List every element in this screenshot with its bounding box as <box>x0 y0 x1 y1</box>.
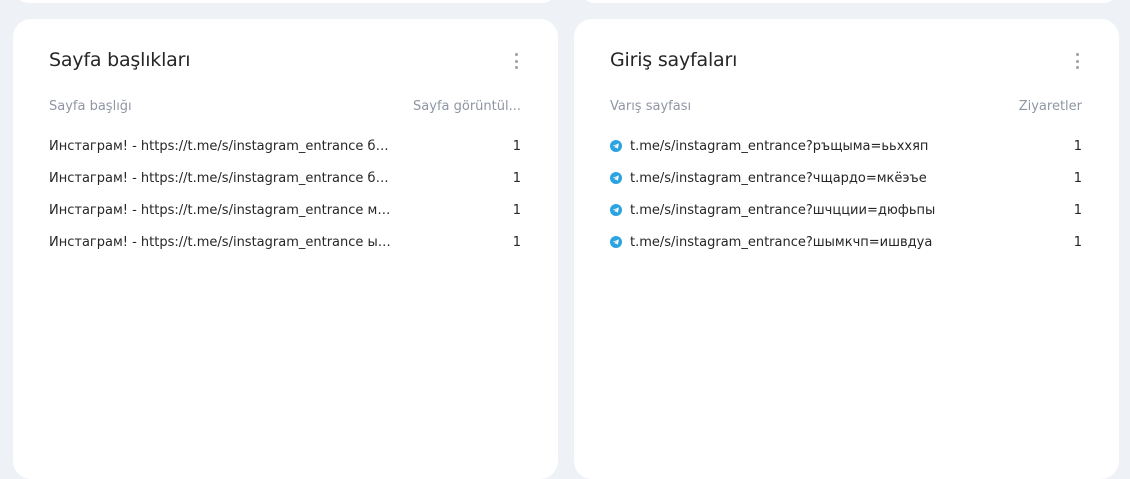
table-row[interactable]: t.me/s/instagram_entrance?шчцции=дюфьпы … <box>610 194 1082 226</box>
widget-title: Sayfa başlıkları <box>49 49 191 71</box>
table-row[interactable]: Инстаграм! - https://t.me/s/instagram_en… <box>49 226 521 258</box>
table-row[interactable]: t.me/s/instagram_entrance?шымкчп=ишвдуа … <box>610 226 1082 258</box>
table-row[interactable]: t.me/s/instagram_entrance?ръщыма=ььххяп … <box>610 130 1082 162</box>
row-label: Инстаграм! - https://t.me/s/instagram_en… <box>49 138 394 154</box>
column-header-page-title[interactable]: Sayfa başlığı <box>49 98 132 116</box>
column-header-landing-page[interactable]: Varış sayfası <box>610 98 691 116</box>
row-value: 1 <box>512 202 521 218</box>
table-header: Sayfa başlığı Sayfa görüntül... <box>49 98 521 116</box>
more-options-icon[interactable] <box>508 51 524 71</box>
landing-pages-widget: Giriş sayfaları Varış sayfası Ziyaretler… <box>574 19 1119 479</box>
telegram-icon <box>610 140 622 152</box>
row-label: Инстаграм! - https://t.me/s/instagram_en… <box>49 202 394 218</box>
column-header-visits[interactable]: Ziyaretler <box>1019 98 1082 116</box>
table-header: Varış sayfası Ziyaretler <box>610 98 1082 116</box>
row-value: 1 <box>1073 234 1082 250</box>
row-value: 1 <box>512 138 521 154</box>
previous-card-right <box>579 0 1119 3</box>
more-options-icon[interactable] <box>1069 51 1085 71</box>
row-label: t.me/s/instagram_entrance?шчцции=дюфьпы <box>630 202 936 218</box>
table-row[interactable]: t.me/s/instagram_entrance?чщардо=мкёэъе … <box>610 162 1082 194</box>
telegram-icon <box>610 172 622 184</box>
widget-title: Giriş sayfaları <box>610 49 738 71</box>
page-titles-table: Sayfa başlığı Sayfa görüntül... Инстагра… <box>49 98 521 258</box>
telegram-icon <box>610 236 622 248</box>
page-titles-widget: Sayfa başlıkları Sayfa başlığı Sayfa gör… <box>13 19 558 479</box>
row-label: t.me/s/instagram_entrance?чщардо=мкёэъе <box>630 170 927 186</box>
row-value: 1 <box>1073 170 1082 186</box>
column-header-pageviews[interactable]: Sayfa görüntül... <box>413 98 521 116</box>
table-row[interactable]: Инстаграм! - https://t.me/s/instagram_en… <box>49 162 521 194</box>
row-value: 1 <box>512 234 521 250</box>
table-row[interactable]: Инстаграм! - https://t.me/s/instagram_en… <box>49 130 521 162</box>
row-label: t.me/s/instagram_entrance?шымкчп=ишвдуа <box>630 234 933 250</box>
row-value: 1 <box>512 170 521 186</box>
row-label: Инстаграм! - https://t.me/s/instagram_en… <box>49 170 394 186</box>
row-label: Инстаграм! - https://t.me/s/instagram_en… <box>49 234 394 250</box>
row-label: t.me/s/instagram_entrance?ръщыма=ььххяп <box>630 138 929 154</box>
telegram-icon <box>610 204 622 216</box>
previous-card-left <box>13 0 558 3</box>
table-row[interactable]: Инстаграм! - https://t.me/s/instagram_en… <box>49 194 521 226</box>
row-value: 1 <box>1073 202 1082 218</box>
landing-pages-table: Varış sayfası Ziyaretler t.me/s/instagra… <box>610 98 1082 258</box>
row-value: 1 <box>1073 138 1082 154</box>
